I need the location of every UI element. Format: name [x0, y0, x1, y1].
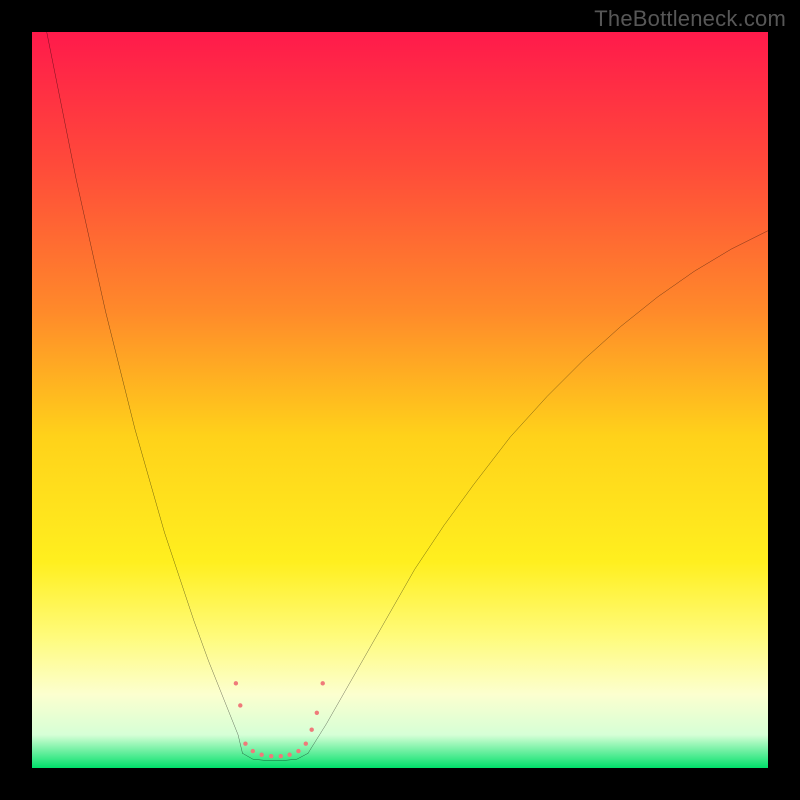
marker-dot — [259, 753, 263, 757]
chart-frame: TheBottleneck.com — [0, 0, 800, 800]
watermark-text: TheBottleneck.com — [594, 6, 786, 32]
marker-dot — [287, 753, 291, 757]
plot-area — [32, 32, 768, 768]
marker-dot — [269, 754, 273, 758]
marker-dot — [279, 754, 283, 758]
marker-dot — [304, 742, 308, 746]
marker-dot — [321, 681, 325, 685]
marker-dot — [251, 749, 255, 753]
marker-dot — [238, 703, 242, 707]
marker-dot — [309, 728, 313, 732]
marker-dot — [234, 681, 238, 685]
plot-svg — [32, 32, 768, 768]
marker-dot — [243, 742, 247, 746]
gradient-background — [32, 32, 768, 768]
marker-dot — [315, 711, 319, 715]
marker-dot — [296, 749, 300, 753]
